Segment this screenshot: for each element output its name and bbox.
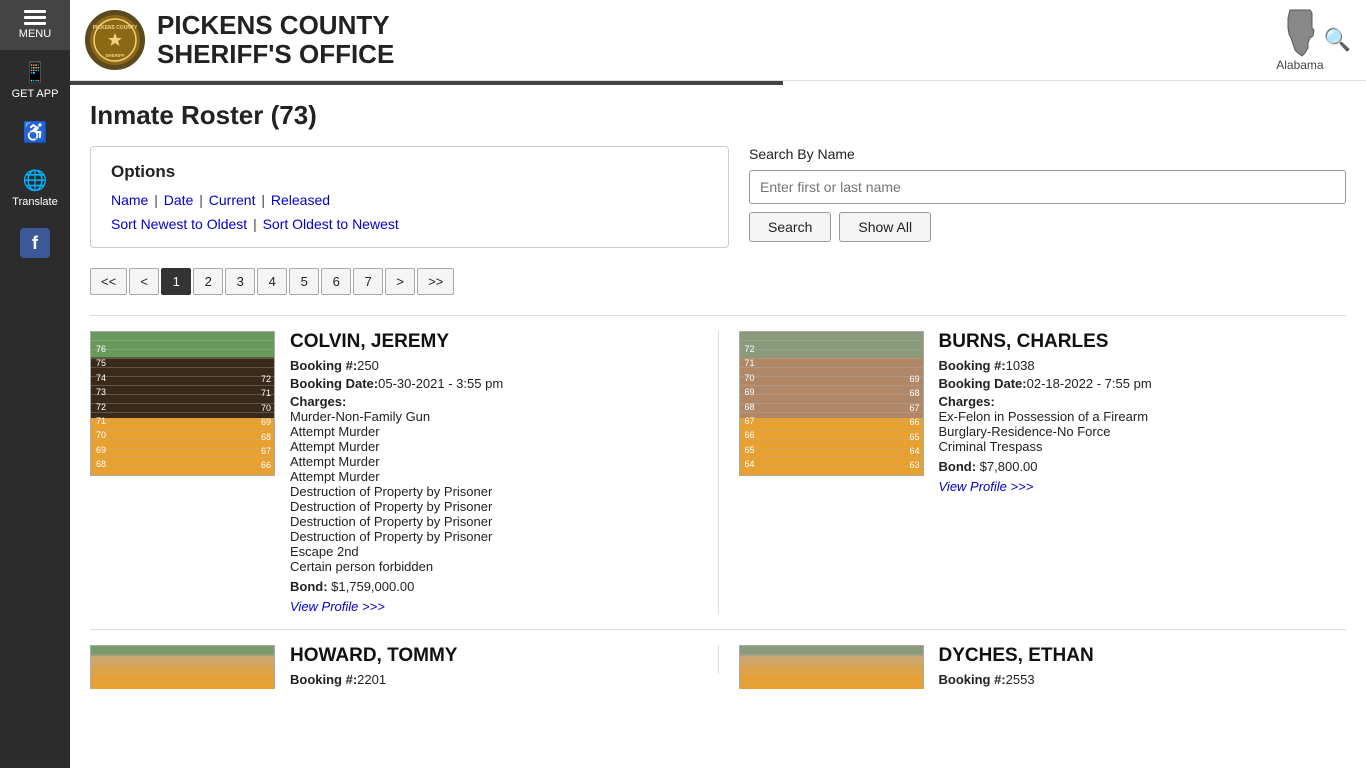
page-1-btn[interactable]: 1 [161, 268, 191, 295]
inmate-card-howard: HOWARD, TOMMY Booking #:2201 [90, 645, 698, 674]
link-released[interactable]: Released [271, 192, 330, 208]
inmate-bond-burns: Bond: $7,800.00 [939, 459, 1347, 474]
sort-links: Sort Newest to Oldest | Sort Oldest to N… [111, 216, 708, 232]
header-search-icon[interactable]: 🔍 [1324, 27, 1351, 53]
sidebar-item-menu[interactable]: MENU [0, 0, 70, 50]
inmate-name-colvin: COLVIN, JEREMY [290, 331, 698, 353]
inmate-bond-colvin: Bond: $1,759,000.00 [290, 579, 698, 594]
inmate-photo-howard [90, 645, 275, 689]
sort-oldest-link[interactable]: Sort Oldest to Newest [263, 216, 399, 232]
state-map: Alabama [1276, 8, 1323, 72]
facebook-icon: f [20, 228, 50, 258]
inmate-card-dyches: DYCHES, ETHAN Booking #:2553 [739, 645, 1347, 674]
phone-icon: 📱 [23, 60, 48, 85]
state-name-label: Alabama [1276, 58, 1323, 72]
translate-icon: 🌐 [23, 168, 48, 193]
page-next-btn[interactable]: > [385, 268, 415, 295]
page-4-btn[interactable]: 4 [257, 268, 287, 295]
inmate-booking-date-colvin: Booking Date:05-30-2021 - 3:55 pm [290, 376, 698, 391]
inmate-row-2: HOWARD, TOMMY Booking #:2201 [90, 629, 1346, 689]
inmate-card-colvin: 767574737271706968676665 727170696867666… [90, 331, 698, 614]
inmate-photo-colvin: 767574737271706968676665 727170696867666… [90, 331, 275, 476]
view-profile-burns[interactable]: View Profile >>> [939, 479, 1347, 494]
view-profile-colvin[interactable]: View Profile >>> [290, 599, 698, 614]
page-5-btn[interactable]: 5 [289, 268, 319, 295]
accessibility-icon: ♿ [23, 120, 48, 145]
sidebar-item-translate[interactable]: 🌐 Translate [0, 158, 70, 218]
show-all-button[interactable]: Show All [839, 212, 931, 242]
top-section: Options Name | Date | Current | Released… [90, 146, 1346, 248]
page-2-btn[interactable]: 2 [193, 268, 223, 295]
inmate-booking-date-burns: Booking Date:02-18-2022 - 7:55 pm [939, 376, 1347, 391]
divider-1 [718, 331, 719, 614]
page-title: Inmate Roster (73) [90, 100, 1346, 131]
inmate-info-howard: HOWARD, TOMMY Booking #:2201 [290, 645, 698, 674]
link-current[interactable]: Current [209, 192, 256, 208]
divider-2 [718, 645, 719, 674]
link-date[interactable]: Date [164, 192, 194, 208]
sidebar-item-facebook[interactable]: f [0, 218, 70, 271]
inmate-booking-num-burns: Booking #:1038 [939, 358, 1347, 373]
options-box: Options Name | Date | Current | Released… [90, 146, 729, 248]
agency-name-line2: SHERIFF'S OFFICE [157, 39, 394, 69]
sidebar: MENU 📱 GET APP ♿ 🌐 Translate f [0, 0, 70, 768]
page-7-btn[interactable]: 7 [353, 268, 383, 295]
options-title: Options [111, 162, 708, 182]
inmate-booking-num-colvin: Booking #:250 [290, 358, 698, 373]
sidebar-item-getapp[interactable]: 📱 GET APP [0, 50, 70, 110]
sidebar-item-accessibility[interactable]: ♿ [0, 110, 70, 158]
page-3-btn[interactable]: 3 [225, 268, 255, 295]
inmate-card-burns: 727170696867666564636261 696867666564636… [739, 331, 1347, 614]
page-first-btn[interactable]: << [90, 268, 127, 295]
inmate-charges-colvin: Charges: Murder-Non-Family Gun Attempt M… [290, 394, 698, 574]
inmate-info-dyches: DYCHES, ETHAN Booking #:2553 [939, 645, 1347, 674]
page-prev-btn[interactable]: < [129, 268, 159, 295]
inmate-photo-burns: 727170696867666564636261 696867666564636… [739, 331, 924, 476]
inmate-info-burns: BURNS, CHARLES Booking #:1038 Booking Da… [939, 331, 1347, 614]
inmate-name-burns: BURNS, CHARLES [939, 331, 1347, 353]
header-title-block: PICKENS COUNTY SHERIFF'S OFFICE [157, 11, 1266, 68]
inmate-charges-burns: Charges: Ex-Felon in Possession of a Fir… [939, 394, 1347, 454]
inmate-name-dyches: DYCHES, ETHAN [939, 645, 1347, 667]
inmate-row-1: 767574737271706968676665 727170696867666… [90, 315, 1346, 629]
inmate-booking-num-dyches: Booking #:2553 [939, 672, 1347, 687]
page-last-btn[interactable]: >> [417, 268, 454, 295]
sidebar-translate-label: Translate [12, 196, 57, 208]
sort-newest-link[interactable]: Sort Newest to Oldest [111, 216, 247, 232]
inmate-name-howard: HOWARD, TOMMY [290, 645, 698, 667]
svg-text:SHERIFF: SHERIFF [105, 53, 125, 58]
link-name[interactable]: Name [111, 192, 148, 208]
search-button[interactable]: Search [749, 212, 831, 242]
inmate-list: 767574737271706968676665 727170696867666… [90, 315, 1346, 689]
alabama-map-svg [1280, 8, 1320, 58]
svg-text:PICKENS COUNTY: PICKENS COUNTY [93, 25, 138, 31]
options-links: Name | Date | Current | Released [111, 192, 708, 208]
pagination: << < 1 2 3 4 5 6 7 > >> [90, 268, 1346, 295]
search-box: Search By Name Search Show All [749, 146, 1346, 242]
inmate-info-colvin: COLVIN, JEREMY Booking #:250 Booking Dat… [290, 331, 698, 614]
main-content: PICKENS COUNTY SHERIFF PICKENS COUNTY SH… [70, 0, 1366, 768]
page-6-btn[interactable]: 6 [321, 268, 351, 295]
menu-icon [24, 10, 46, 25]
agency-logo: PICKENS COUNTY SHERIFF [85, 10, 145, 70]
inmate-photo-dyches [739, 645, 924, 689]
sidebar-getapp-label: GET APP [12, 88, 59, 100]
search-by-name-label: Search By Name [749, 146, 1346, 162]
sidebar-menu-label: MENU [19, 28, 51, 40]
search-buttons: Search Show All [749, 212, 1346, 242]
inmate-booking-num-howard: Booking #:2201 [290, 672, 698, 687]
agency-name-line1: PICKENS COUNTY [157, 10, 390, 40]
header: PICKENS COUNTY SHERIFF PICKENS COUNTY SH… [70, 0, 1366, 81]
name-search-input[interactable] [749, 170, 1346, 204]
content-area: Inmate Roster (73) Options Name | Date |… [70, 85, 1366, 704]
